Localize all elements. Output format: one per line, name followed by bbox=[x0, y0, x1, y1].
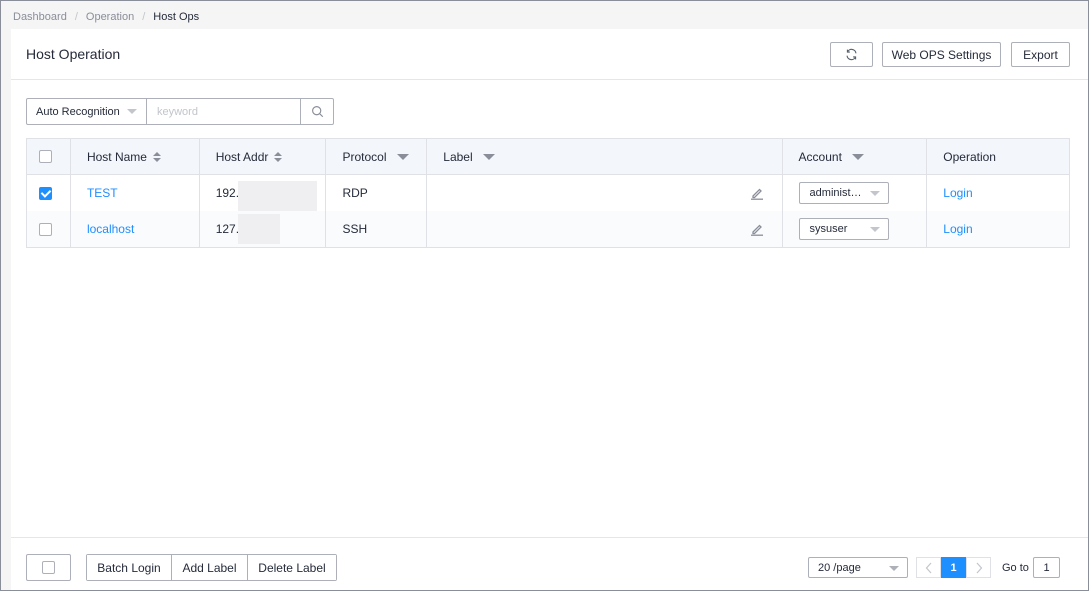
column-operation: Operation bbox=[927, 139, 1069, 174]
table-row: TEST 192. RDP administ… Login bbox=[27, 175, 1069, 211]
redacted-block bbox=[237, 214, 280, 244]
column-host-name-label: Host Name bbox=[86, 149, 147, 164]
host-name-cell: localhost bbox=[71, 211, 200, 247]
account-select[interactable]: administ… bbox=[798, 182, 889, 204]
batch-login-button[interactable]: Batch Login bbox=[87, 555, 172, 580]
next-page-button[interactable] bbox=[966, 557, 991, 578]
host-name-link[interactable]: localhost bbox=[87, 222, 134, 236]
chevron-right-icon bbox=[976, 562, 982, 573]
search-mode-select[interactable]: Auto Recognition bbox=[27, 99, 147, 124]
column-host-addr[interactable]: Host Addr bbox=[200, 139, 327, 174]
operation-cell: Login bbox=[927, 211, 1069, 247]
account-value: sysuser bbox=[809, 223, 848, 235]
chevron-down-icon bbox=[869, 227, 880, 232]
delete-label-button[interactable]: Delete Label bbox=[248, 555, 336, 580]
page-title: Host Operation bbox=[26, 46, 121, 62]
column-operation-label: Operation bbox=[943, 149, 996, 164]
column-host-addr-label: Host Addr bbox=[215, 149, 269, 164]
footer-bar: Batch Login Add Label Delete Label 20 /p… bbox=[11, 537, 1088, 590]
host-table: Host Name Host Addr Protocol Label Accou… bbox=[26, 138, 1070, 248]
protocol-cell: SSH bbox=[326, 211, 428, 247]
search-bar: Auto Recognition bbox=[26, 98, 334, 125]
redacted-block bbox=[237, 181, 317, 211]
sort-icon[interactable] bbox=[152, 151, 161, 162]
host-addr-cell: 127. bbox=[200, 211, 327, 247]
protocol-cell: RDP bbox=[326, 175, 428, 211]
row-select-cell bbox=[27, 211, 71, 247]
column-label: Label bbox=[427, 139, 783, 174]
column-protocol-label: Protocol bbox=[342, 149, 387, 164]
breadcrumb-operation[interactable]: Operation bbox=[86, 11, 134, 23]
footer-checkbox[interactable] bbox=[42, 561, 55, 574]
add-label-button[interactable]: Add Label bbox=[172, 555, 248, 580]
host-addr-value: 127. bbox=[215, 222, 240, 236]
page-size-value: 20 /page bbox=[818, 561, 861, 574]
host-addr-cell: 192. bbox=[200, 175, 327, 211]
search-input[interactable] bbox=[147, 99, 301, 124]
breadcrumb-current: Host Ops bbox=[153, 11, 200, 23]
table-row: localhost 127. SSH sysuser Login bbox=[27, 211, 1069, 247]
login-link[interactable]: Login bbox=[943, 186, 972, 200]
table-header-row: Host Name Host Addr Protocol Label Accou… bbox=[27, 139, 1069, 175]
sort-icon[interactable] bbox=[274, 151, 283, 162]
footer-select-all[interactable] bbox=[26, 554, 71, 581]
chevron-down-icon bbox=[127, 109, 137, 114]
chevron-left-icon bbox=[925, 562, 931, 573]
page-button-current[interactable]: 1 bbox=[941, 557, 966, 578]
chevron-down-icon bbox=[869, 191, 880, 196]
account-value: administ… bbox=[809, 187, 862, 199]
batch-actions: Batch Login Add Label Delete Label bbox=[86, 554, 337, 581]
chevron-down-icon bbox=[889, 566, 899, 571]
host-name-link[interactable]: TEST bbox=[87, 186, 118, 200]
label-cell bbox=[427, 175, 783, 211]
breadcrumb: Dashboard / Operation / Host Ops bbox=[13, 9, 199, 25]
label-cell bbox=[427, 211, 783, 247]
host-addr-value: 192. bbox=[215, 186, 240, 200]
refresh-button[interactable] bbox=[830, 42, 873, 67]
goto-page-input[interactable]: 1 bbox=[1033, 557, 1060, 578]
row-checkbox[interactable] bbox=[39, 222, 52, 236]
column-host-name[interactable]: Host Name bbox=[71, 139, 200, 174]
search-mode-value: Auto Recognition bbox=[36, 105, 120, 118]
column-account: Account bbox=[783, 139, 928, 174]
edit-icon[interactable] bbox=[750, 187, 764, 200]
host-name-cell: TEST bbox=[71, 175, 200, 211]
account-cell: sysuser bbox=[783, 211, 928, 247]
protocol-value: RDP bbox=[342, 186, 368, 200]
filter-icon[interactable] bbox=[396, 153, 409, 160]
edit-icon[interactable] bbox=[750, 223, 764, 236]
search-button[interactable] bbox=[301, 99, 333, 124]
goto-label: Go to bbox=[1002, 562, 1029, 574]
refresh-icon bbox=[846, 48, 857, 61]
column-protocol: Protocol bbox=[326, 139, 428, 174]
page-size-select[interactable]: 20 /page bbox=[808, 557, 908, 578]
web-ops-settings-button[interactable]: Web OPS Settings bbox=[882, 42, 1001, 67]
main-card: Host Operation Web OPS Settings Export A… bbox=[11, 29, 1088, 590]
app-frame: Dashboard / Operation / Host Ops Host Op… bbox=[0, 0, 1089, 591]
row-checkbox[interactable] bbox=[39, 186, 52, 200]
card-header: Host Operation Web OPS Settings Export bbox=[11, 29, 1088, 80]
operation-cell: Login bbox=[927, 175, 1069, 211]
pagination: 1 bbox=[916, 557, 991, 578]
protocol-value: SSH bbox=[342, 222, 368, 236]
prev-page-button[interactable] bbox=[916, 557, 941, 578]
row-select-cell bbox=[27, 175, 71, 211]
column-account-label: Account bbox=[798, 149, 842, 164]
select-all-checkbox[interactable] bbox=[39, 150, 52, 163]
search-icon bbox=[311, 106, 323, 118]
export-button[interactable]: Export bbox=[1011, 42, 1070, 67]
breadcrumb-separator: / bbox=[142, 11, 146, 23]
login-link[interactable]: Login bbox=[943, 222, 972, 236]
account-cell: administ… bbox=[783, 175, 928, 211]
filter-icon[interactable] bbox=[851, 153, 864, 160]
filter-icon[interactable] bbox=[482, 153, 495, 160]
breadcrumb-dashboard[interactable]: Dashboard bbox=[13, 11, 67, 23]
breadcrumb-separator: / bbox=[74, 11, 78, 23]
select-all-cell bbox=[27, 139, 71, 174]
column-label-label: Label bbox=[443, 149, 473, 164]
account-select[interactable]: sysuser bbox=[798, 218, 889, 240]
